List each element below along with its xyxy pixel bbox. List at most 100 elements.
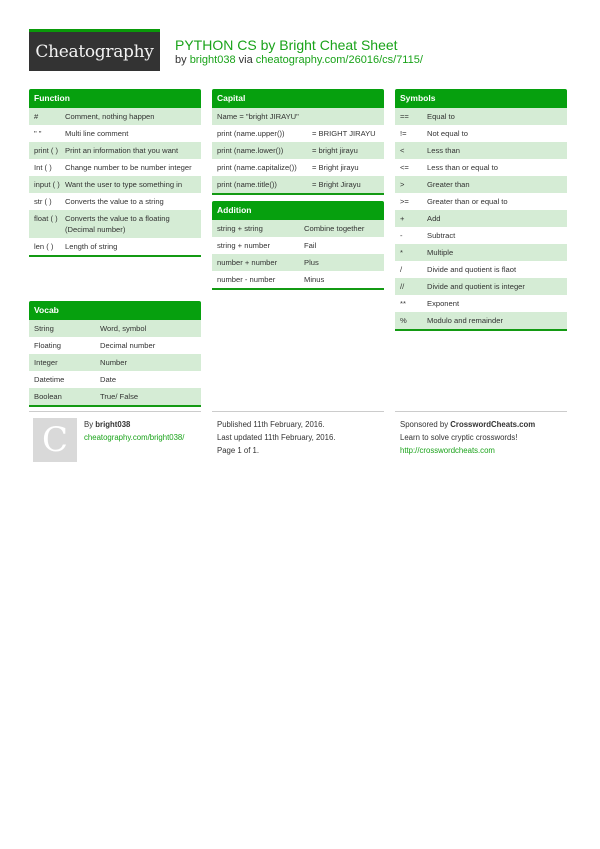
logo-text: Cheatography <box>35 41 154 62</box>
row-value: Decimal number <box>100 341 156 350</box>
row-value: = bright jirayu <box>312 146 358 155</box>
footer-divider <box>29 411 201 412</box>
row-key: String <box>34 324 54 333</box>
row-value: Date <box>100 375 117 384</box>
table-row: > Greater than <box>395 176 567 193</box>
row-key: # <box>34 112 39 121</box>
row-key: print ( ) <box>34 146 59 155</box>
author-block: By bright038 cheatography.com/bright038/ <box>84 418 184 444</box>
table-row: Boolean True/ False <box>29 388 201 405</box>
table-row: Floating Decimal number <box>29 337 201 354</box>
row-key: * <box>400 248 403 257</box>
row-value: Number <box>100 358 128 367</box>
row-value: Combine together <box>304 224 365 233</box>
row-key: print (name.capitalize()) <box>217 163 297 172</box>
table-row: Int ( ) Change number to be number intege… <box>29 159 201 176</box>
row-value: Word, symbol <box>100 324 147 333</box>
table-row: Integer Number <box>29 354 201 371</box>
table-row: print ( ) Print an information that you w… <box>29 142 201 159</box>
row-value: Converts the value to a floating (Decima… <box>65 214 170 234</box>
row-value: Divide and quotient is integer <box>427 282 525 291</box>
author-profile-link[interactable]: cheatography.com/bright038/ <box>84 433 184 442</box>
table-row: print (name.title()) = Bright Jirayu <box>212 176 384 193</box>
row-value: Greater than <box>427 180 470 189</box>
row-key: float ( ) <box>34 214 58 223</box>
table-row: number + number Plus <box>212 254 384 271</box>
row-value: Fail <box>304 241 317 250</box>
table-row: < Less than <box>395 142 567 159</box>
row-value: Multi line comment <box>65 129 129 138</box>
row-value <box>299 111 379 122</box>
table-row: # Comment, nothing happen <box>29 108 201 125</box>
vocab-section: Vocab String Word, symbol Floating Decimal … <box>29 301 201 407</box>
row-key: Int ( ) <box>34 163 52 172</box>
row-key: ** <box>400 299 406 308</box>
symbols-section: Symbols == Equal to != Not equal to < Less th… <box>395 89 567 331</box>
row-value: Change number to be number integer <box>65 163 192 172</box>
section-title: Function <box>29 89 201 108</box>
row-value: True/ False <box>100 392 139 401</box>
row-key: str ( ) <box>34 197 52 206</box>
row-key: - <box>400 231 403 240</box>
row-value: Less than <box>427 146 460 155</box>
by-prefix: by <box>175 54 187 66</box>
table-row: str ( ) Converts the value to a string <box>29 193 201 210</box>
section-title: Addition <box>212 201 384 220</box>
row-value: Greater than or equal to <box>427 197 508 206</box>
row-key: / <box>400 265 403 274</box>
table-row: ** Exponent <box>395 295 567 312</box>
sponsor-block: Sponsored by CrosswordCheats.com Learn t… <box>400 418 535 457</box>
sheet-url-link[interactable]: cheatography.com/26016/cs/7115/ <box>256 54 423 66</box>
row-value: Divide and quotient is flaot <box>427 265 517 274</box>
row-value: Not equal to <box>427 129 468 138</box>
avatar-letter: C <box>41 420 68 460</box>
table-row: >= Greater than or equal to <box>395 193 567 210</box>
table-row: == Equal to <box>395 108 567 125</box>
row-value: Add <box>427 214 441 223</box>
row-key: Name = "bright JIRAYU" <box>217 112 299 121</box>
row-key: number + number <box>217 258 278 267</box>
row-value: Converts the value to a string <box>65 197 164 206</box>
row-key: % <box>400 316 407 325</box>
row-key: == <box>400 112 409 121</box>
published-date: Published 11th February, 2016. <box>217 420 325 429</box>
row-value: Print an information that you want <box>65 146 179 155</box>
row-value: Equal to <box>427 112 455 121</box>
author-link[interactable]: bright038 <box>190 54 236 66</box>
table-row: float ( ) Converts the value to a floatin… <box>29 210 201 238</box>
subtitle: by bright038 via cheatography.com/26016/… <box>175 54 423 66</box>
table-row: string + number Fail <box>212 237 384 254</box>
row-key: print (name.title()) <box>217 180 277 189</box>
row-value: Exponent <box>427 299 460 308</box>
via-label: via <box>238 54 253 66</box>
sponsor-link[interactable]: http://crosswordcheats.com <box>400 446 495 455</box>
row-key: print (name.lower()) <box>217 146 284 155</box>
row-value: Less than or equal to <box>427 163 498 172</box>
table-row: / Divide and quotient is flaot <box>395 261 567 278</box>
table-row: * Multiple <box>395 244 567 261</box>
page-number: Page 1 of 1. <box>217 446 260 455</box>
cheatography-logo[interactable]: Cheatography <box>29 29 160 71</box>
table-row: len ( ) Length of string <box>29 238 201 255</box>
updated-date: Last updated 11th February, 2016. <box>217 433 336 442</box>
table-row: + Add <box>395 210 567 227</box>
row-value: Want the user to type something in <box>65 180 183 189</box>
table-row: Name = "bright JIRAYU" <box>212 108 384 125</box>
section-title: Capital <box>212 89 384 108</box>
row-key: <= <box>400 163 409 172</box>
row-key: < <box>400 146 405 155</box>
page-title: PYTHON CS by Bright Cheat Sheet <box>175 37 398 53</box>
row-value: Subtract <box>427 231 456 240</box>
row-value: Length of string <box>65 242 118 251</box>
row-key: print (name.upper()) <box>217 129 285 138</box>
table-row: print (name.upper()) = BRIGHT JIRAYU <box>212 125 384 142</box>
table-row: print (name.capitalize()) = Bright jirayu <box>212 159 384 176</box>
row-key: string + string <box>217 224 263 233</box>
table-row: // Divide and quotient is integer <box>395 278 567 295</box>
row-value: = BRIGHT JIRAYU <box>312 129 376 138</box>
row-key: != <box>400 129 407 138</box>
row-value: Minus <box>304 275 325 284</box>
section-title: Vocab <box>29 301 201 320</box>
row-key: " " <box>34 129 42 138</box>
footer-divider <box>212 411 384 412</box>
